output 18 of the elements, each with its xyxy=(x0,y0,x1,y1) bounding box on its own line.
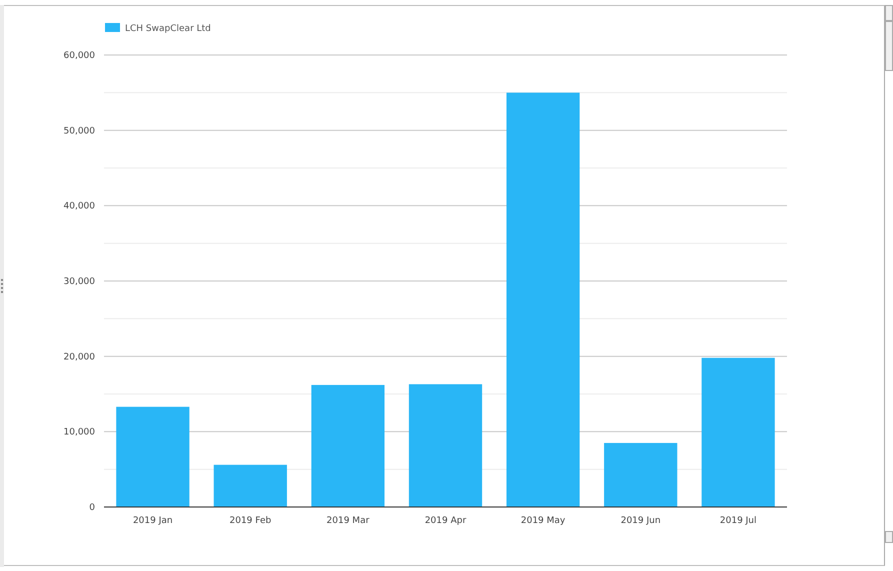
y-tick-label: 60,000 xyxy=(64,51,95,61)
scrollbar-button[interactable] xyxy=(885,5,893,21)
y-tick-label: 10,000 xyxy=(64,428,95,438)
scrollbar-button[interactable] xyxy=(885,531,893,543)
y-tick-label: 30,000 xyxy=(64,277,95,287)
y-tick-label: 0 xyxy=(89,503,95,513)
y-tick-label: 40,000 xyxy=(64,202,95,212)
y-tick-label: 50,000 xyxy=(64,126,95,136)
legend-label: LCH SwapClear Ltd xyxy=(125,24,211,34)
x-tick-label: 2019 Jan xyxy=(132,516,173,526)
y-tick-label: 20,000 xyxy=(64,352,95,362)
x-tick-label: 2019 Apr xyxy=(424,516,466,526)
x-tick-label: 2019 Feb xyxy=(230,516,272,526)
scrollbar[interactable] xyxy=(885,21,893,71)
x-tick-label: 2019 May xyxy=(520,516,566,526)
x-tick-label: 2019 Jul xyxy=(720,516,757,526)
x-tick-label: 2019 Mar xyxy=(326,516,370,526)
x-tick-label: 2019 Jun xyxy=(620,516,661,526)
